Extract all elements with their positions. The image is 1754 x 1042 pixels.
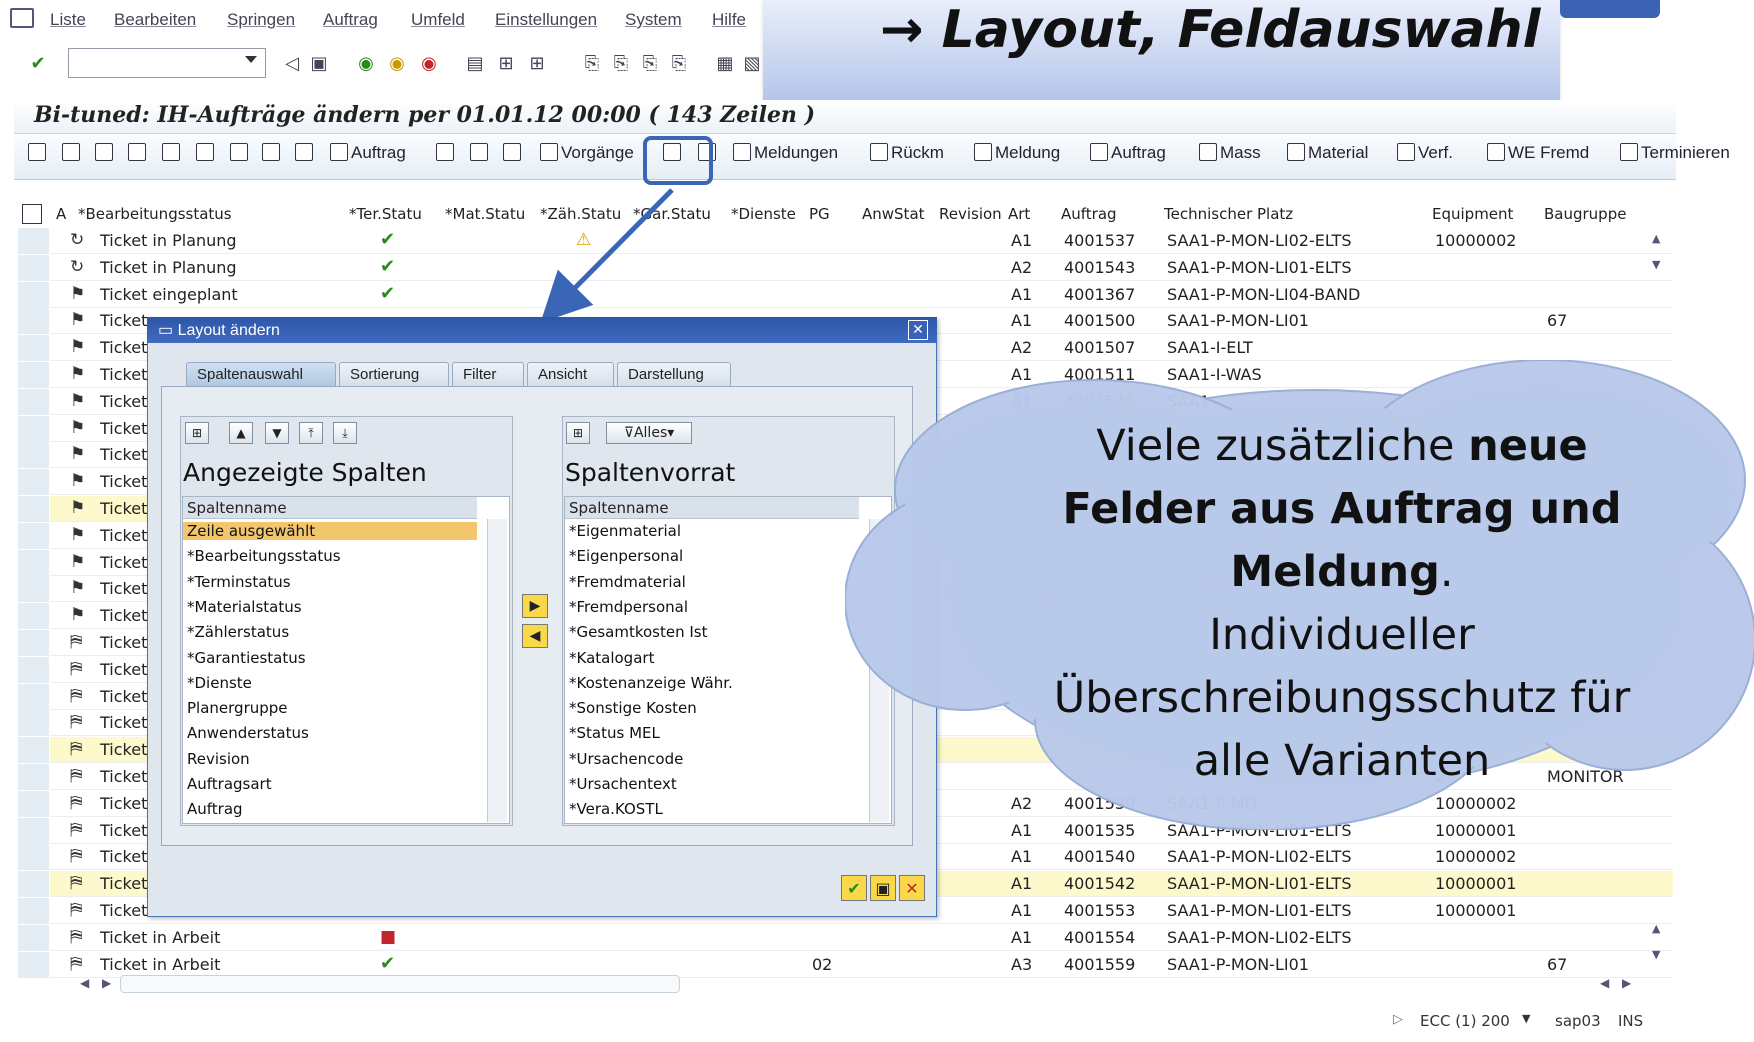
right-column-item[interactable]: *Katalogart bbox=[565, 649, 859, 667]
status-mode: INS bbox=[1618, 1012, 1644, 1030]
status-server: sap03 bbox=[1555, 1012, 1601, 1030]
right-column-item[interactable]: *Kostenanzeige Währ. bbox=[565, 674, 859, 692]
cloud-line-2: Felder aus Auftrag und bbox=[1062, 484, 1622, 534]
left-column-item[interactable]: Auftragsart bbox=[183, 775, 477, 793]
find-stock-icon[interactable]: ⊞ bbox=[566, 422, 590, 444]
tab-darstellung[interactable]: Darstellung bbox=[617, 362, 731, 386]
left-column-item[interactable]: Zeile ausgewählt bbox=[183, 522, 477, 540]
left-column-item[interactable]: Revision bbox=[183, 750, 477, 768]
right-list-header[interactable]: Spaltenname bbox=[565, 497, 859, 519]
tab-spaltenauswahl[interactable]: Spaltenauswahl bbox=[186, 362, 336, 386]
right-column-item[interactable]: *Ursachentext bbox=[565, 775, 859, 793]
right-column-item[interactable]: *Status MEL bbox=[565, 724, 859, 742]
right-column-item[interactable]: *Ursachencode bbox=[565, 750, 859, 768]
left-column-item[interactable]: Auftrag bbox=[183, 800, 477, 818]
left-column-item[interactable]: *Garantiestatus bbox=[183, 649, 477, 667]
left-column-item[interactable]: *Zählerstatus bbox=[183, 623, 477, 641]
left-scrollbar[interactable] bbox=[487, 519, 507, 822]
move-top-icon[interactable]: ⤒ bbox=[299, 422, 323, 444]
status-dropdown-icon[interactable]: ▼ bbox=[1522, 1012, 1530, 1025]
left-column-item[interactable]: *Bearbeitungsstatus bbox=[183, 547, 477, 565]
tab-filter[interactable]: Filter bbox=[452, 362, 524, 386]
find-column-icon[interactable]: ⊞ bbox=[185, 422, 209, 444]
tab-ansicht[interactable]: Ansicht bbox=[527, 362, 614, 386]
cloud-line-4: Individueller bbox=[1209, 610, 1475, 660]
right-column-item[interactable]: *Sonstige Kosten bbox=[565, 699, 859, 717]
tab-sortierung[interactable]: Sortierung bbox=[339, 362, 449, 386]
right-column-item[interactable]: *Vera.KOSTL bbox=[565, 800, 859, 818]
filter-alles-button[interactable]: ⊽ Alles ▾ bbox=[606, 422, 692, 444]
move-up-icon[interactable]: ▲ bbox=[229, 422, 253, 444]
displayed-columns-title: Angezeigte Spalten bbox=[183, 458, 427, 487]
dialog-close-icon[interactable]: ✕ bbox=[908, 320, 928, 340]
save-layout-icon[interactable]: ▣ bbox=[870, 875, 896, 901]
cloud-line-5: Überschreibungsschutz für bbox=[1053, 673, 1631, 723]
cloud-line-1: Viele zusätzliche neue bbox=[1096, 421, 1588, 471]
move-right-icon[interactable]: ▶ bbox=[522, 594, 548, 618]
right-column-item[interactable]: *Fremdpersonal bbox=[565, 598, 859, 616]
left-column-item[interactable]: Anwenderstatus bbox=[183, 724, 477, 742]
confirm-icon[interactable]: ✔ bbox=[841, 875, 867, 901]
right-column-item[interactable]: *Fremdmaterial bbox=[565, 573, 859, 591]
dialog-title: ▭ Layout ändern bbox=[158, 322, 280, 339]
column-stock-title: Spaltenvorrat bbox=[565, 458, 736, 487]
cancel-dialog-icon[interactable]: ✕ bbox=[899, 875, 925, 901]
cloud-line-3: Meldung. bbox=[1230, 547, 1454, 597]
status-system[interactable]: ECC (1) 200 bbox=[1420, 1012, 1510, 1030]
move-down-icon[interactable]: ▼ bbox=[265, 422, 289, 444]
right-column-item[interactable]: *Gesamtkosten Ist bbox=[565, 623, 859, 641]
left-list-header[interactable]: Spaltenname bbox=[183, 497, 477, 519]
left-column-item[interactable]: Planergruppe bbox=[183, 699, 477, 717]
right-column-item[interactable]: *Eigenmaterial bbox=[565, 522, 859, 540]
left-column-item[interactable]: *Terminstatus bbox=[183, 573, 477, 591]
cloud-line-6: alle Varianten bbox=[1193, 736, 1491, 786]
move-left-icon[interactable]: ◀ bbox=[522, 624, 548, 648]
left-column-item[interactable]: *Dienste bbox=[183, 674, 477, 692]
left-column-item[interactable]: *Materialstatus bbox=[183, 598, 477, 616]
move-bottom-icon[interactable]: ⤓ bbox=[333, 422, 357, 444]
right-column-item[interactable]: *Eigenpersonal bbox=[565, 547, 859, 565]
status-expand-icon[interactable]: ▷ bbox=[1393, 1012, 1403, 1027]
